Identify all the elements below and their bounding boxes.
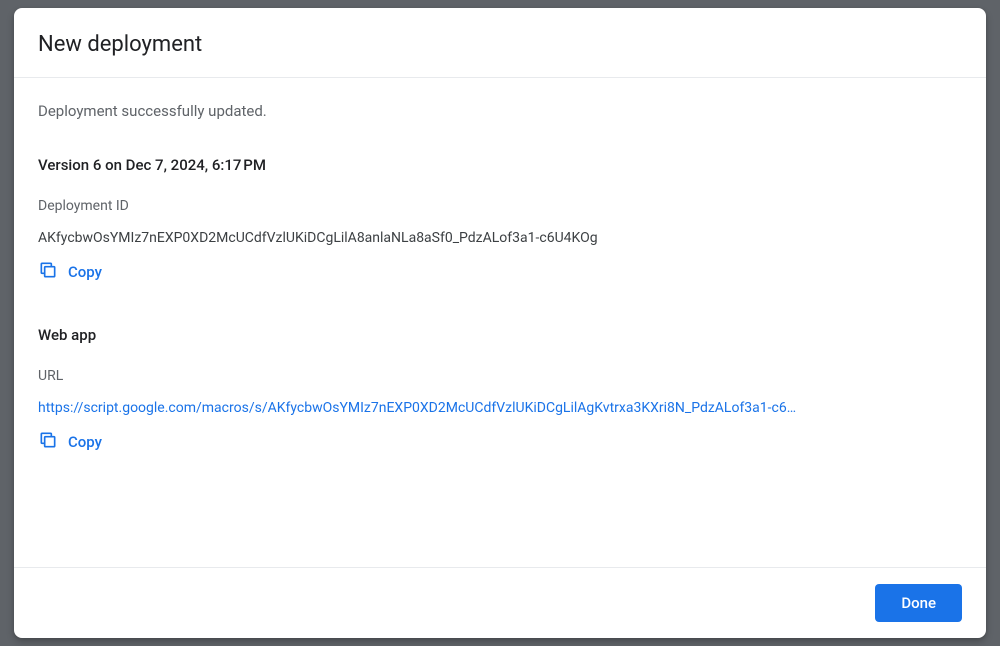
modal-body: Deployment successfully updated. Version… bbox=[14, 78, 986, 567]
url-label: URL bbox=[38, 368, 962, 384]
copy-label: Copy bbox=[68, 433, 102, 451]
url-value[interactable]: https://script.google.com/macros/s/AKfyc… bbox=[38, 400, 962, 416]
copy-deployment-id-button[interactable]: Copy bbox=[38, 260, 102, 284]
status-message: Deployment successfully updated. bbox=[38, 102, 962, 120]
modal-footer: Done bbox=[14, 567, 986, 638]
deployment-id-value: AKfycbwOsYMIz7nEXP0XD2McUCdfVzlUKiDCgLil… bbox=[38, 230, 962, 246]
copy-label: Copy bbox=[68, 263, 102, 281]
modal-title: New deployment bbox=[38, 32, 962, 57]
new-deployment-modal: New deployment Deployment successfully u… bbox=[14, 8, 986, 638]
version-heading: Version 6 on Dec 7, 2024, 6:17 PM bbox=[38, 156, 962, 174]
done-button[interactable]: Done bbox=[875, 584, 962, 622]
deployment-id-label: Deployment ID bbox=[38, 198, 962, 214]
web-app-heading: Web app bbox=[38, 326, 962, 344]
modal-header: New deployment bbox=[14, 8, 986, 78]
copy-icon bbox=[38, 430, 58, 454]
copy-icon bbox=[38, 260, 58, 284]
copy-url-button[interactable]: Copy bbox=[38, 430, 102, 454]
